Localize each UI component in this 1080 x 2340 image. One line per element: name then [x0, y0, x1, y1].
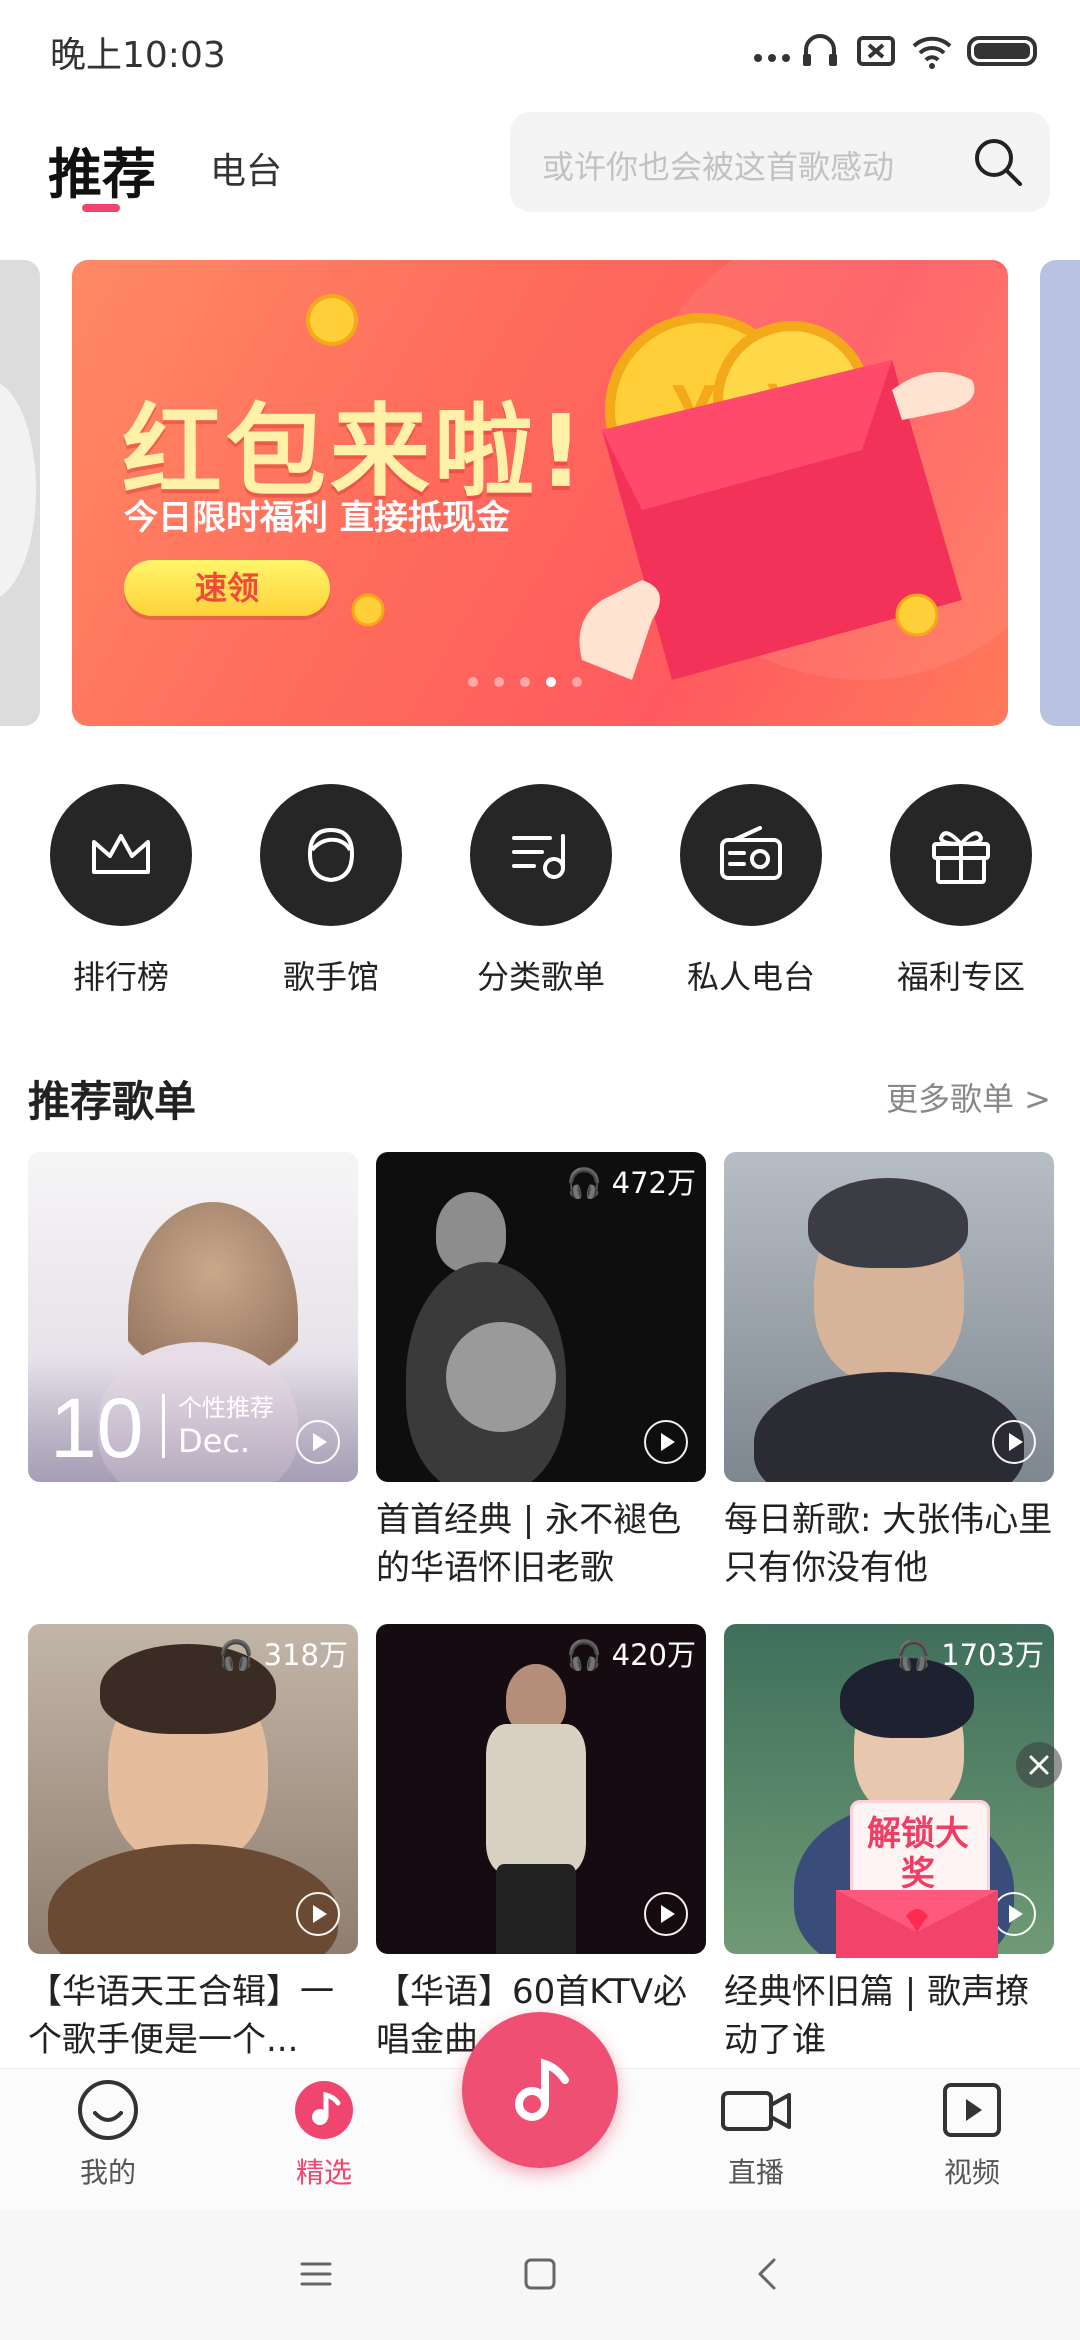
section-title: 推荐歌单 — [28, 1077, 197, 1126]
playlist-title: 首首经典 | 永不褪色的华语怀旧老歌 — [376, 1500, 682, 1588]
banner-next-peek[interactable] — [1040, 260, 1080, 726]
play-button[interactable] — [296, 1892, 340, 1936]
nav-mine[interactable]: 我的 — [38, 2079, 178, 2191]
page-dot — [494, 677, 504, 687]
category-charts[interactable]: 排行榜 — [0, 784, 200, 1004]
category-label: 福利专区 — [896, 958, 1025, 996]
daily-tag: 个性推荐 — [178, 1394, 274, 1422]
more-dots-icon — [754, 54, 790, 62]
wifi-icon — [912, 36, 952, 69]
headphones-icon — [803, 34, 837, 66]
music-note-icon — [515, 2058, 569, 2121]
music-disc-icon — [295, 2081, 353, 2139]
gift-icon — [890, 784, 1032, 926]
tab-radio[interactable]: 电台 — [210, 142, 282, 194]
menu-icon[interactable] — [296, 2254, 336, 2294]
envelope-icon — [836, 1890, 998, 1958]
playlist-title: 【华语天王合辑】一个歌手便是一个... — [28, 1972, 334, 2060]
play-count: 318万 — [263, 1638, 348, 1672]
active-tab-indicator — [82, 204, 120, 212]
headphones-icon: 🎧 — [566, 1166, 603, 1200]
banner-page-indicator — [468, 672, 618, 687]
video-camera-icon — [721, 2091, 791, 2131]
playlist-title: 经典怀旧篇 | 歌声撩动了谁 — [724, 1972, 1030, 2060]
battery-icon — [967, 36, 1037, 66]
banner-subtitle: 今日限时福利 直接抵现金 — [124, 498, 510, 538]
date-day: 10 — [50, 1381, 144, 1475]
page-dot — [572, 677, 582, 687]
category-playlists[interactable]: 分类歌单 — [420, 784, 620, 1004]
nav-featured[interactable]: 精选 — [254, 2079, 394, 2191]
play-button[interactable] — [644, 1892, 688, 1936]
tab-recommend[interactable]: 推荐 — [48, 130, 156, 209]
search-icon[interactable] — [970, 134, 1026, 190]
sim-off-icon — [857, 36, 895, 66]
radio-icon — [680, 784, 822, 926]
play-count: 420万 — [611, 1638, 696, 1672]
headphones-icon: 🎧 — [218, 1638, 255, 1672]
play-count: 1703万 — [941, 1638, 1044, 1672]
back-icon[interactable] — [748, 2254, 788, 2294]
status-bar: 晚上10:03 — [0, 0, 1080, 100]
category-private-radio[interactable]: 私人电台 — [630, 784, 830, 1004]
close-badge-button[interactable] — [1016, 1742, 1062, 1788]
playlist-cover: 🎧 472万 — [376, 1152, 706, 1482]
coin-icon — [351, 593, 385, 627]
date-divider — [162, 1394, 165, 1458]
category-benefits[interactable]: 福利专区 — [840, 784, 1040, 1004]
category-label: 歌手馆 — [282, 958, 379, 996]
more-playlists-link[interactable]: 更多歌单 > — [886, 1074, 1051, 1120]
play-button[interactable] — [644, 1420, 688, 1464]
close-icon — [1029, 1755, 1049, 1775]
page-dot — [468, 677, 478, 687]
coin-icon — [895, 593, 939, 637]
smile-icon — [78, 2080, 138, 2140]
search-input[interactable]: 或许你也会被这首歌感动 — [510, 112, 1050, 212]
page-dot — [520, 677, 530, 687]
promo-banner[interactable]: ¥ ¥ 红包来啦! 今日限时福利 直接抵现金 速领 — [72, 260, 1008, 726]
nav-live[interactable]: 直播 — [686, 2079, 826, 2191]
category-singers[interactable]: 歌手馆 — [210, 784, 410, 1004]
playlist-cover: 10 个性推荐 Dec. — [28, 1152, 358, 1482]
category-label: 私人电台 — [686, 958, 815, 996]
video-play-icon — [943, 2083, 1001, 2137]
banner-claim-button[interactable]: 速领 — [124, 560, 330, 616]
crown-icon — [50, 784, 192, 926]
now-playing-button[interactable] — [462, 2012, 618, 2168]
coin-icon — [306, 294, 358, 346]
unlock-prize-badge[interactable]: 解锁大奖 — [832, 1790, 1002, 1960]
nav-label: 直播 — [727, 2156, 784, 2189]
system-nav-bar — [0, 2210, 1080, 2340]
unlock-prize-text: 解锁大奖 — [867, 1814, 969, 1894]
play-button[interactable] — [296, 1420, 340, 1464]
page-dot-active — [546, 677, 556, 687]
search-placeholder: 或许你也会被这首歌感动 — [542, 148, 895, 186]
headphones-icon: 🎧 — [895, 1638, 932, 1672]
headphones-icon: 🎧 — [566, 1638, 603, 1672]
playlist-cover: 🎧 420万 — [376, 1624, 706, 1954]
play-count: 472万 — [611, 1166, 696, 1200]
singer-face-icon — [260, 784, 402, 926]
red-envelope-illustration: ¥ ¥ — [579, 313, 975, 680]
nav-label: 我的 — [79, 2156, 136, 2189]
banner-prev-peek[interactable] — [0, 260, 40, 726]
home-icon[interactable] — [520, 2254, 560, 2294]
nav-label-active: 精选 — [295, 2156, 352, 2189]
category-label: 分类歌单 — [476, 958, 605, 996]
date-month: Dec. — [178, 1422, 251, 1460]
play-button[interactable] — [992, 1420, 1036, 1464]
nav-video[interactable]: 视频 — [902, 2079, 1042, 2191]
nav-label: 视频 — [943, 2156, 1000, 2189]
category-label: 排行榜 — [72, 958, 169, 996]
playlist-note-icon — [470, 784, 612, 926]
status-time: 晚上10:03 — [50, 35, 226, 76]
playlist-cover: 🎧 318万 — [28, 1624, 358, 1954]
playlist-cover — [724, 1152, 1054, 1482]
playlist-title: 每日新歌: 大张伟心里只有你没有他 — [724, 1500, 1053, 1588]
